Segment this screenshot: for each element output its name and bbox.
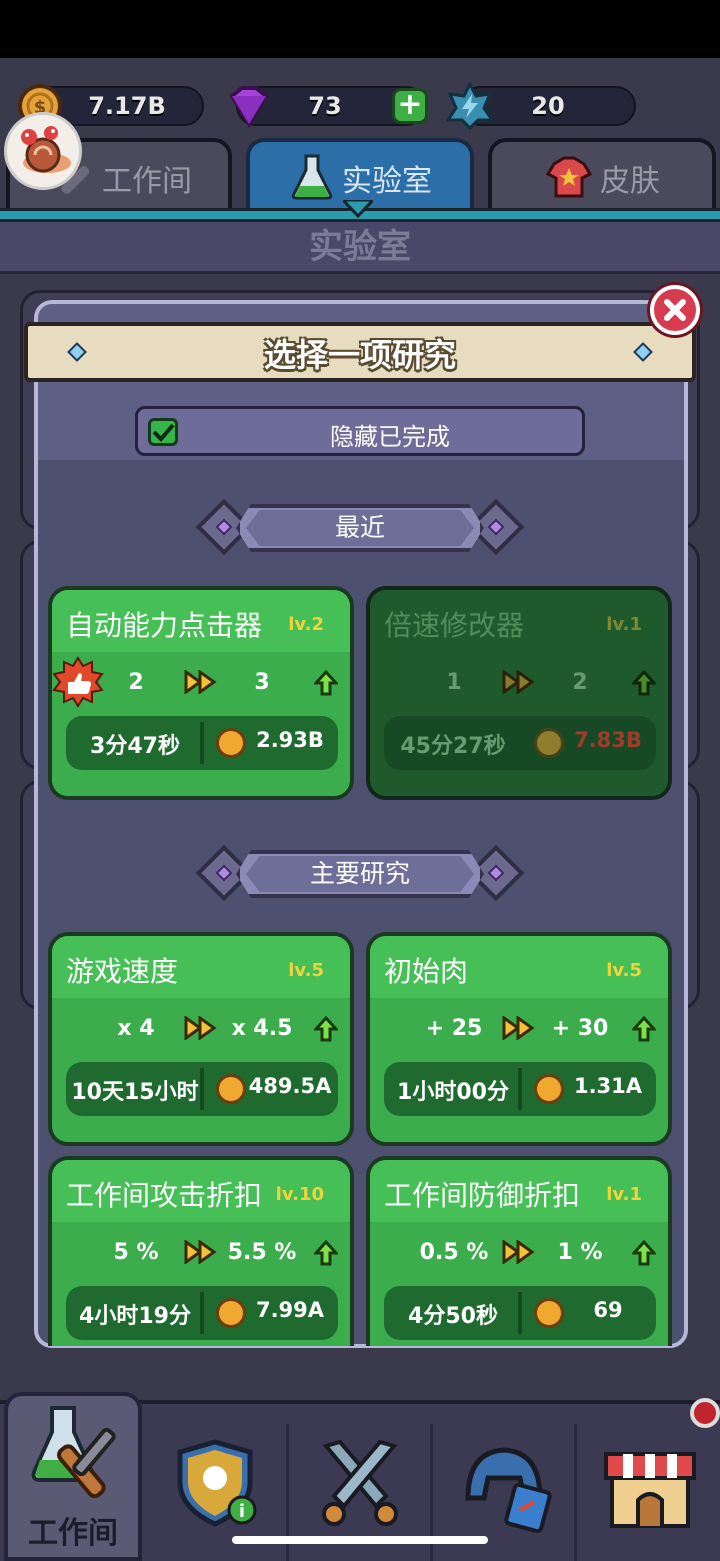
research-name: 游戏速度 [66, 955, 179, 988]
next-value: 2 [572, 670, 588, 695]
next-value: 3 [254, 670, 270, 695]
helmet-icon [465, 1447, 552, 1534]
research-cost: 489.5A [248, 1074, 332, 1098]
research-cost: 1.31A [573, 1074, 643, 1098]
modal-title-ribbon: 选择一项研究 [24, 322, 696, 382]
research-time: 3分47秒 [90, 734, 180, 759]
game-screen: 7.17B $ 73 + 20 工作间 实验室 皮肤 实验室 选择一项研究 隐藏… [0, 0, 720, 1561]
flask-icon [291, 154, 333, 200]
research-name: 自动能力点击器 [66, 609, 263, 642]
up-arrow-icon [314, 670, 338, 696]
research-time: 4小时19分 [79, 1304, 191, 1329]
research-name: 倍速修改器 [384, 609, 525, 642]
research-cost-bar: 10天15小时 489.5A [66, 1062, 338, 1116]
tab-skins-label: 皮肤 [600, 164, 660, 199]
tab-lab-label: 实验室 [342, 164, 432, 199]
research-card-workshop-attack-discount[interactable]: 工作间攻击折扣 lv.10 5 % 5.5 % 4小时19分 7.99A [48, 1156, 354, 1346]
hide-completed-toggle[interactable]: 隐藏已完成 [135, 406, 585, 456]
nav-workshop-label: 工作间 [28, 1516, 118, 1551]
research-card-workshop-defense-discount[interactable]: 工作间防御折扣 lv.1 0.5 % 1 % 4分50秒 69 [366, 1156, 672, 1346]
section-header-recent: 最近 [195, 496, 525, 560]
snail-avatar-icon [21, 126, 71, 173]
section-header-main: 主要研究 [195, 842, 525, 906]
nav-shop[interactable] [578, 1416, 718, 1561]
research-name: 工作间攻击折扣 [66, 1179, 263, 1212]
nav-divider [574, 1424, 577, 1561]
research-time: 45分27秒 [400, 734, 506, 759]
flask-wrench-icon [31, 1406, 116, 1499]
research-cost-bar: 4分50秒 69 [384, 1286, 656, 1340]
svg-text:i: i [239, 1501, 245, 1522]
section-title-recent: 最近 [334, 513, 385, 542]
research-level: lv.5 [288, 960, 324, 981]
tab-skins[interactable]: 皮肤 [488, 138, 716, 210]
up-arrow-icon [314, 1016, 338, 1042]
home-indicator[interactable] [232, 1536, 488, 1544]
page-title: 实验室 [309, 227, 411, 267]
hide-completed-label: 隐藏已完成 [330, 423, 450, 451]
research-cost: 69 [593, 1298, 623, 1322]
research-level: lv.10 [275, 1184, 324, 1205]
up-arrow-icon [632, 670, 656, 696]
research-time: 1小时00分 [397, 1080, 509, 1105]
shirt-icon [546, 156, 592, 198]
next-value: x 4.5 [231, 1016, 293, 1041]
next-value: 1 % [557, 1240, 603, 1265]
checkbox-icon[interactable] [148, 418, 178, 446]
research-card-speed-modifier[interactable]: 倍速修改器 lv.1 1 2 45分27秒 7.83B [366, 586, 672, 800]
modal-title: 选择一项研究 [263, 336, 456, 374]
gem-icon [229, 86, 269, 128]
research-cost-bar: 1小时00分 1.31A [384, 1062, 656, 1116]
current-value: 5 % [113, 1240, 159, 1265]
info-shield-icon: i [177, 1439, 257, 1527]
research-cost: 7.99A [255, 1298, 325, 1322]
research-level: lv.1 [606, 614, 642, 635]
close-icon [664, 299, 686, 321]
research-cost: 7.83B [574, 728, 642, 752]
page-header: 实验室 [0, 222, 720, 274]
energy-icon [446, 82, 494, 130]
current-value: 0.5 % [419, 1240, 489, 1265]
research-card-starting-meat[interactable]: 初始肉 lv.5 + 25 + 30 1小时00分 1.31A [366, 932, 672, 1146]
research-name: 工作间防御折扣 [384, 1179, 581, 1212]
status-bar [0, 0, 720, 58]
current-value: + 25 [425, 1016, 483, 1041]
next-value: + 30 [551, 1016, 609, 1041]
next-value: 5.5 % [227, 1240, 297, 1265]
crossed-swords-icon [322, 1439, 398, 1526]
research-cost-bar: 4小时19分 7.99A [66, 1286, 338, 1340]
research-cost-bar: 45分27秒 7.83B [384, 716, 656, 770]
avatar[interactable] [4, 112, 82, 190]
notification-dot [690, 1398, 720, 1428]
nav-workshop[interactable]: 工作间 [4, 1392, 142, 1561]
up-arrow-icon [632, 1016, 656, 1042]
section-title-main: 主要研究 [309, 859, 410, 888]
research-level: lv.1 [606, 1184, 642, 1205]
thumbs-up-icon [52, 656, 104, 708]
tab-workshop-label: 工作间 [102, 164, 192, 199]
up-arrow-icon [632, 1240, 656, 1266]
shop-icon [604, 1452, 696, 1528]
current-value: 1 [446, 670, 462, 695]
close-button[interactable] [650, 285, 700, 335]
up-arrow-icon [314, 1240, 338, 1266]
current-value: x 4 [117, 1016, 155, 1041]
research-name: 初始肉 [384, 955, 469, 988]
add-gems-button[interactable]: + [392, 88, 428, 124]
research-cost: 2.93B [256, 728, 324, 752]
research-cost-bar: 3分47秒 2.93B [66, 716, 338, 770]
research-level: lv.2 [288, 614, 324, 635]
research-time: 10天15小时 [71, 1080, 199, 1105]
tab-pointer [343, 200, 373, 218]
research-card-game-speed[interactable]: 游戏速度 lv.5 x 4 x 4.5 10天15小时 489.5A [48, 932, 354, 1146]
research-level: lv.5 [606, 960, 642, 981]
research-time: 4分50秒 [408, 1304, 498, 1329]
